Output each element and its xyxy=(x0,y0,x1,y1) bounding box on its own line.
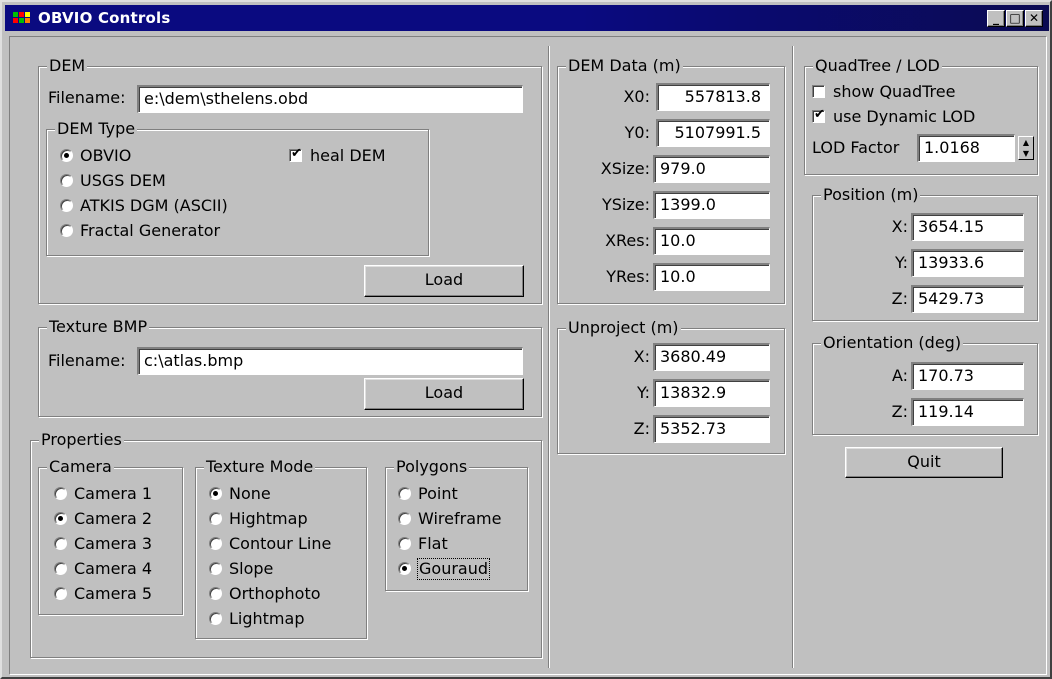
ysize-field[interactable]: 1399.0 xyxy=(653,191,770,219)
unproject-y-label: Y: xyxy=(636,383,650,402)
radio-icon xyxy=(54,587,67,600)
title-bar[interactable]: OBVIO Controls _ □ ✕ xyxy=(5,5,1049,31)
unproject-z-field[interactable]: 5352.73 xyxy=(653,415,770,443)
lod-factor-input[interactable]: 1.0168 xyxy=(917,134,1015,162)
dem-group-legend: DEM xyxy=(47,56,88,76)
unproject-legend: Unproject (m) xyxy=(566,318,681,338)
lod-factor-spinner[interactable]: ▲ ▼ xyxy=(1018,136,1034,160)
radio-icon xyxy=(54,537,67,550)
position-x-label: X: xyxy=(891,217,908,236)
radio-icon xyxy=(398,512,411,525)
texture-bmp-legend: Texture BMP xyxy=(47,317,150,337)
y0-field[interactable]: 5107991.5 xyxy=(656,119,770,147)
obvio-controls-window: OBVIO Controls _ □ ✕ DEM Filename: e:\de… xyxy=(0,0,1052,679)
properties-legend: Properties xyxy=(39,430,124,450)
window-title: OBVIO Controls xyxy=(38,9,171,27)
radio-icon xyxy=(398,537,411,550)
xsize-field[interactable]: 979.0 xyxy=(653,155,770,183)
position-z-field[interactable]: 5429.73 xyxy=(911,285,1024,313)
radio-icon xyxy=(60,149,73,162)
radio-icon xyxy=(209,562,222,575)
texture-filename-label: Filename: xyxy=(48,351,126,370)
position-z-label: Z: xyxy=(891,289,908,308)
x0-label: X0: xyxy=(623,87,650,106)
checkbox-icon xyxy=(812,85,825,98)
radio-icon xyxy=(60,174,73,187)
x0-field[interactable]: 557813.8 xyxy=(656,83,770,111)
quit-button[interactable]: Quit xyxy=(845,447,1003,478)
orientation-z-field[interactable]: 119.14 xyxy=(911,398,1024,426)
texture-mode-legend: Texture Mode xyxy=(204,457,316,477)
position-y-label: Y: xyxy=(894,253,908,272)
dem-type-legend: DEM Type xyxy=(55,119,138,139)
app-icon xyxy=(13,12,32,24)
dem-load-button[interactable]: Load xyxy=(364,265,524,297)
xres-field[interactable]: 10.0 xyxy=(653,227,770,255)
dem-filename-input[interactable]: e:\dem\sthelens.obd xyxy=(137,85,523,113)
radio-icon xyxy=(209,612,222,625)
minimize-button[interactable]: _ xyxy=(987,10,1005,27)
radio-icon xyxy=(209,512,222,525)
quadtree-lod-legend: QuadTree / LOD xyxy=(813,56,942,76)
radio-icon xyxy=(54,487,67,500)
orientation-a-label: A: xyxy=(891,366,908,385)
column-divider-1 xyxy=(548,46,550,668)
unproject-z-label: Z: xyxy=(633,419,650,438)
spin-down-icon[interactable]: ▼ xyxy=(1019,148,1033,159)
dem-data-legend: DEM Data (m) xyxy=(566,56,683,76)
camera-legend: Camera xyxy=(47,457,114,477)
radio-icon xyxy=(398,487,411,500)
radio-icon xyxy=(398,562,411,575)
xres-label: XRes: xyxy=(605,231,650,250)
yres-label: YRes: xyxy=(606,267,650,286)
unproject-y-field[interactable]: 13832.9 xyxy=(653,379,770,407)
radio-icon xyxy=(54,562,67,575)
close-icon: ✕ xyxy=(1028,11,1040,25)
radio-icon xyxy=(60,199,73,212)
checkbox-icon: ✔ xyxy=(289,146,302,162)
spin-up-icon[interactable]: ▲ xyxy=(1019,137,1033,148)
minimize-icon: _ xyxy=(993,11,999,25)
orientation-z-label: Z: xyxy=(891,402,908,421)
y0-label: Y0: xyxy=(624,123,650,142)
radio-icon xyxy=(209,537,222,550)
texture-filename-input[interactable]: c:\atlas.bmp xyxy=(137,347,523,375)
position-legend: Position (m) xyxy=(821,185,921,205)
position-y-field[interactable]: 13933.6 xyxy=(911,249,1024,277)
xsize-label: XSize: xyxy=(600,159,650,178)
lod-factor-label: LOD Factor xyxy=(812,138,900,157)
polygons-legend: Polygons xyxy=(394,457,470,477)
radio-icon xyxy=(60,224,73,237)
column-divider-2 xyxy=(792,46,794,668)
checkbox-icon: ✔ xyxy=(812,107,825,123)
unproject-x-label: X: xyxy=(633,347,650,366)
close-button[interactable]: ✕ xyxy=(1025,10,1043,27)
maximize-icon: □ xyxy=(1009,11,1021,25)
orientation-a-field[interactable]: 170.73 xyxy=(911,362,1024,390)
position-x-field[interactable]: 3654.15 xyxy=(911,213,1024,241)
unproject-x-field[interactable]: 3680.49 xyxy=(653,343,770,371)
ysize-label: YSize: xyxy=(601,195,650,214)
radio-icon xyxy=(54,512,67,525)
radio-icon xyxy=(209,487,222,500)
maximize-button[interactable]: □ xyxy=(1006,10,1024,27)
dem-filename-label: Filename: xyxy=(48,88,126,107)
texture-load-button[interactable]: Load xyxy=(364,378,524,410)
yres-field[interactable]: 10.0 xyxy=(653,263,770,291)
radio-icon xyxy=(209,587,222,600)
orientation-legend: Orientation (deg) xyxy=(821,333,964,353)
